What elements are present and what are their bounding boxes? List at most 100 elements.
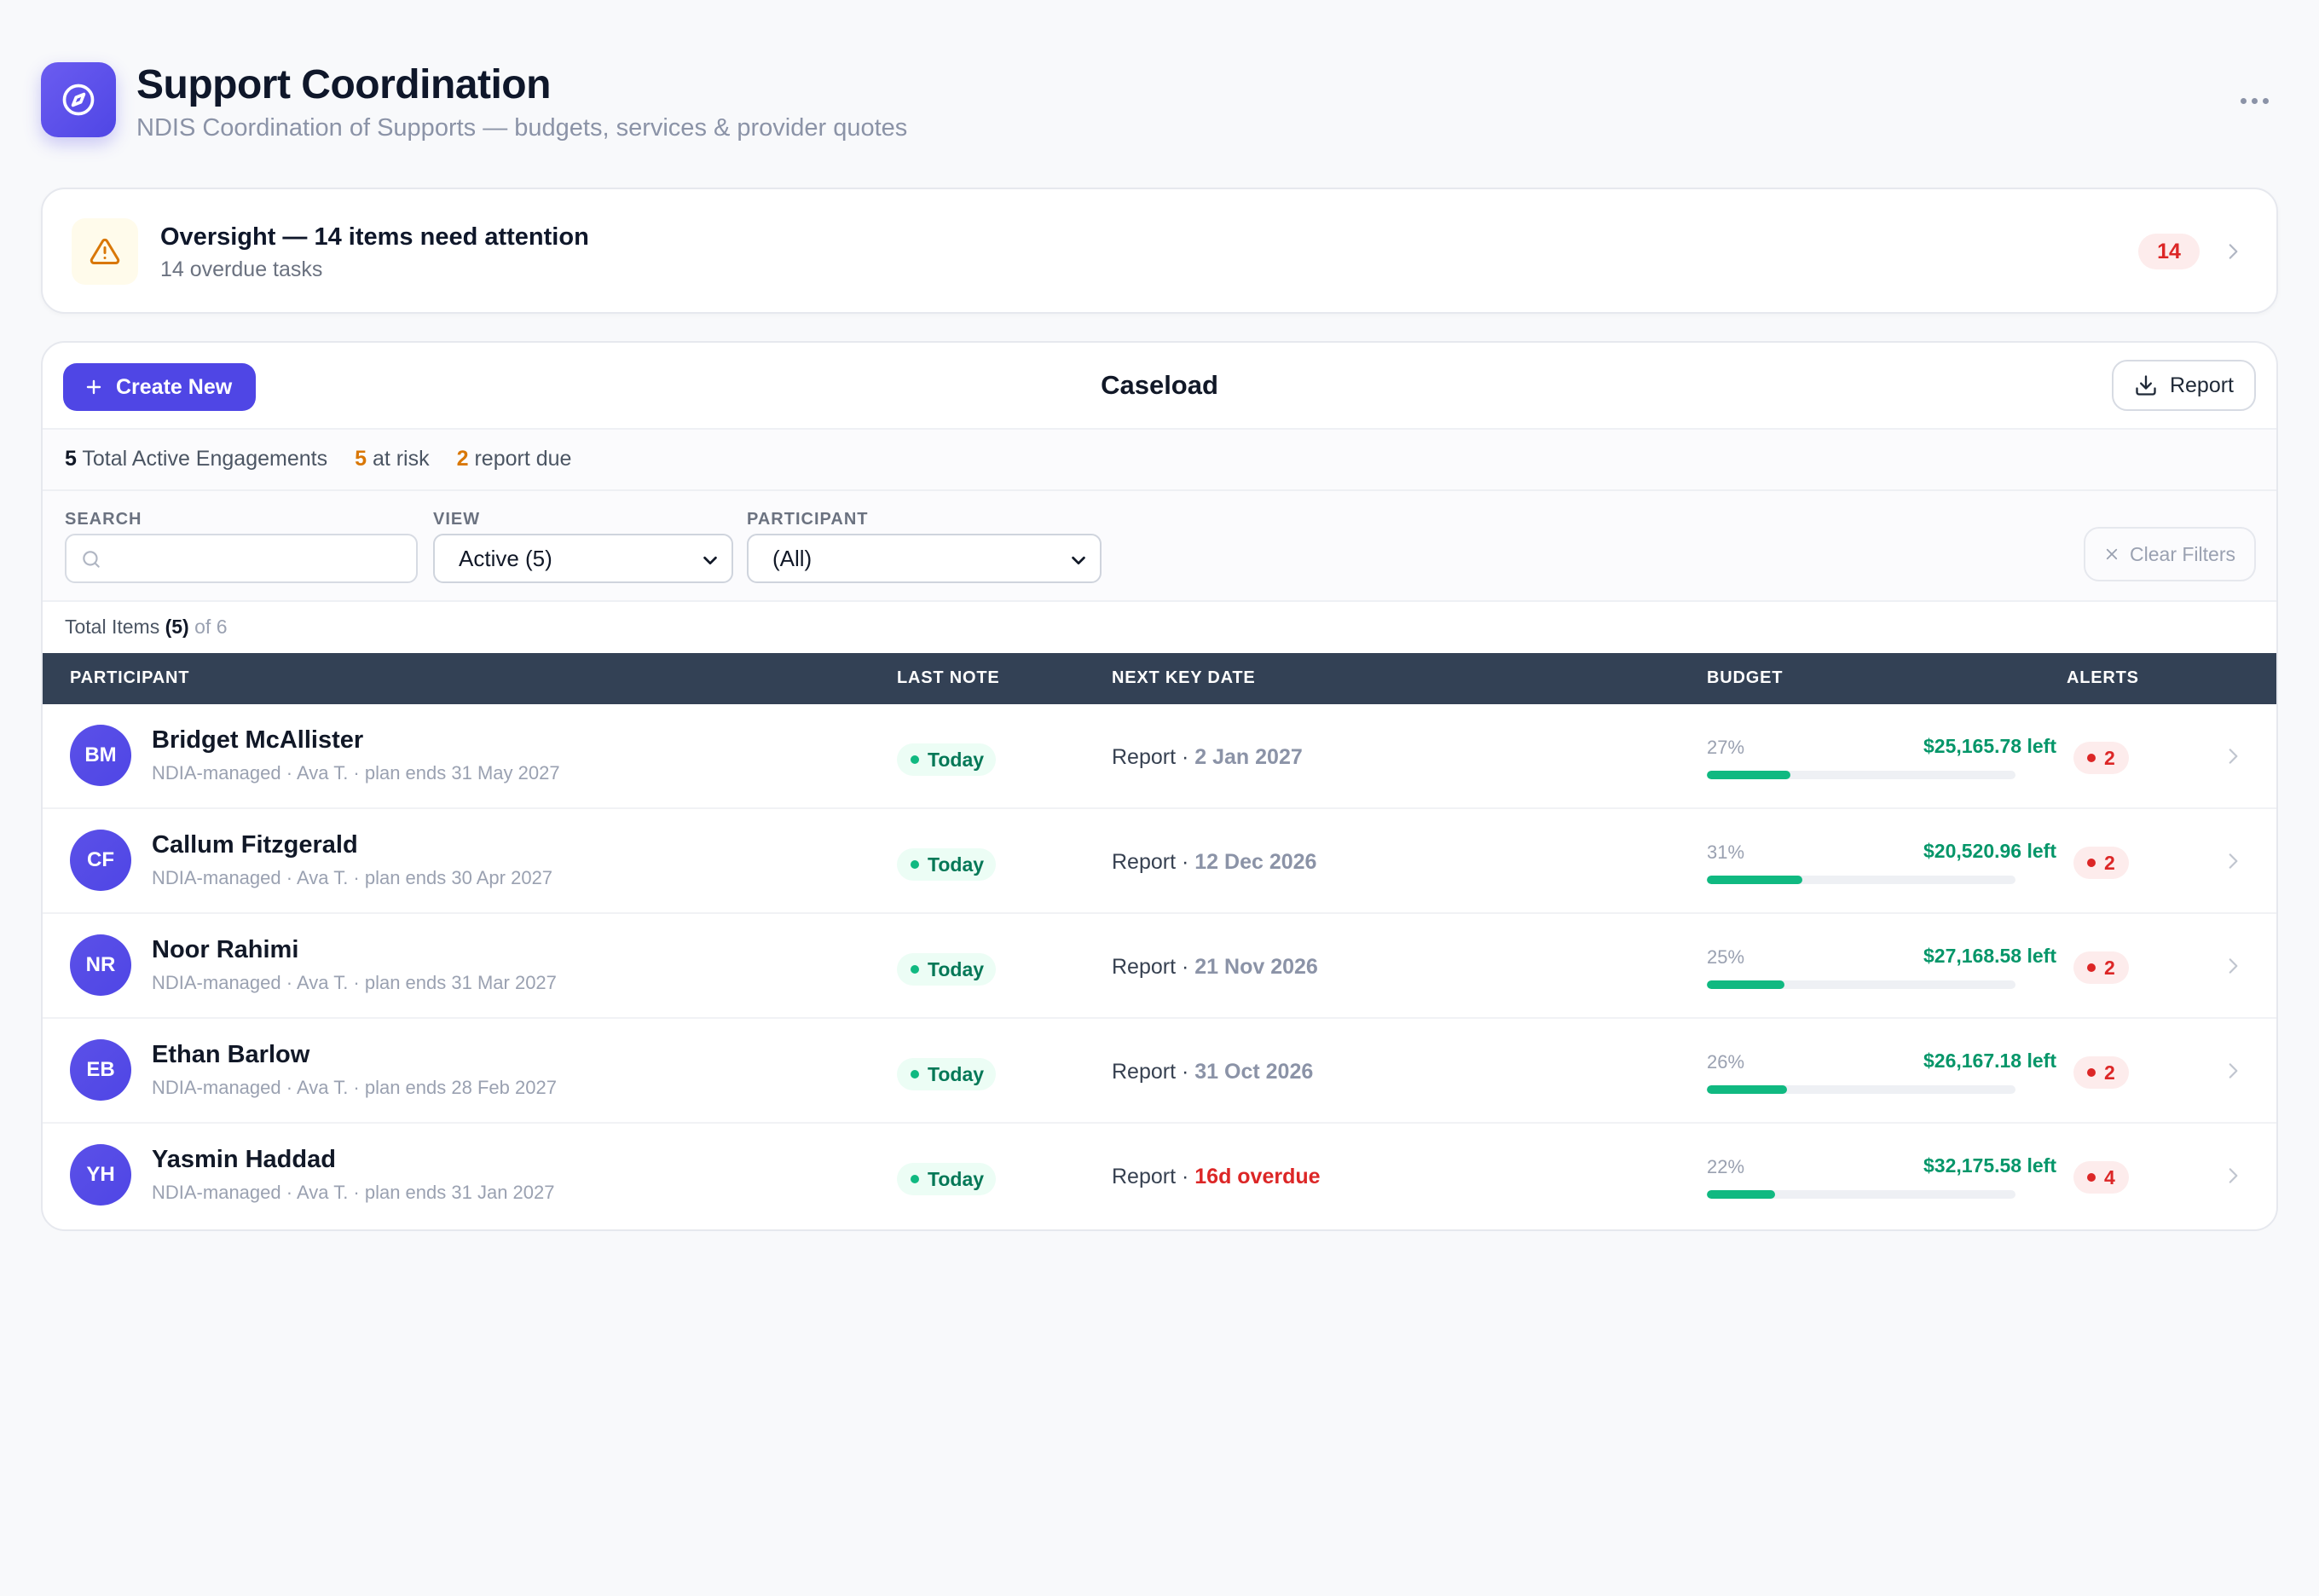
chevron-down-icon [703,556,717,565]
page: Support Coordination NDIS Coordination o… [0,0,2319,1596]
participant-details: NDIA-managed · Ava T. · plan ends 31 Jan… [152,1182,555,1203]
budget-remaining: $26,167.18 left [1923,1050,2056,1072]
participant-name: Yasmin Haddad [152,1146,336,1173]
more-horizontal-icon[interactable] [2230,85,2278,116]
last-note-badge: Today [897,1058,997,1090]
search-input[interactable] [109,542,399,575]
alert-dot-icon [2087,1068,2096,1077]
participant-details: NDIA-managed · Ava T. · plan ends 28 Feb… [152,1077,557,1098]
chevron-down-icon [1072,556,1085,565]
caseload-stats: 5 Total Active Engagements 5 at risk 2 r… [43,430,2276,491]
participant-details: NDIA-managed · Ava T. · plan ends 30 Apr… [152,867,553,888]
participant-name: Ethan Barlow [152,1041,310,1068]
table-row[interactable]: BM Bridget McAllister NDIA-managed · Ava… [43,704,2276,809]
chevron-right-icon[interactable] [2220,239,2246,264]
search-icon [83,551,100,568]
table-row[interactable]: NR Noor Rahimi NDIA-managed · Ava T. · p… [43,914,2276,1019]
participant-select[interactable]: (All) [747,534,1102,583]
next-key-date: Report · 21 Nov 2026 [1112,955,1318,979]
search-field[interactable] [65,534,418,583]
caseload-toolbar: Create New Caseload Report [43,343,2276,430]
budget-remaining: $20,520.96 left [1923,840,2056,862]
budget-percent: 25% [1707,946,1745,968]
table-row[interactable]: YH Yasmin Haddad NDIA-managed · Ava T. ·… [43,1124,2276,1229]
alert-dot-icon [2087,859,2096,867]
last-note-badge: Today [897,953,997,986]
chevron-right-icon[interactable] [2222,745,2244,767]
stat-at-risk: 5 at risk [355,447,430,471]
compass-icon [41,62,116,137]
close-icon [2106,548,2118,560]
avatar: BM [70,725,131,786]
budget-percent: 31% [1707,841,1745,863]
budget-progress-fill [1707,980,1784,989]
column-last-note: LAST NOTE [897,668,1000,687]
warning-triangle-icon [72,218,138,285]
budget-progress-bar [1707,771,2015,779]
table-row[interactable]: CF Callum Fitzgerald NDIA-managed · Ava … [43,809,2276,914]
budget-progress-bar [1707,1085,2015,1094]
chevron-right-icon[interactable] [2222,1165,2244,1187]
chevron-right-icon[interactable] [2222,955,2244,977]
budget-progress-fill [1707,1190,1775,1199]
next-key-date: Report · 12 Dec 2026 [1112,850,1317,874]
next-key-date: Report · 16d overdue [1112,1165,1321,1188]
chevron-right-icon[interactable] [2222,850,2244,872]
budget-progress-fill [1707,876,1803,884]
budget-remaining: $25,165.78 left [1923,735,2056,757]
avatar: YH [70,1144,131,1206]
participant-select-value: (All) [772,545,813,571]
page-header: Support Coordination NDIS Coordination o… [41,61,2278,147]
avatar: NR [70,934,131,996]
page-title: Support Coordination [136,62,551,107]
last-note-badge: Today [897,1163,997,1195]
view-label: VIEW [433,510,481,529]
stat-active: 5 Total Active Engagements [65,447,328,471]
stat-report-due: 2 report due [456,447,572,471]
participant-details: NDIA-managed · Ava T. · plan ends 31 Mar… [152,972,557,993]
table-header: PARTICIPANT LAST NOTE NEXT KEY DATE BUDG… [43,653,2276,704]
budget-progress-bar [1707,876,2015,884]
oversight-title: Oversight — 14 items need attention [160,223,589,251]
participant-details: NDIA-managed · Ava T. · plan ends 31 May… [152,762,560,784]
report-button[interactable]: Report [2111,360,2256,411]
download-icon [2136,375,2156,396]
participant-label: PARTICIPANT [747,510,869,529]
status-dot-icon [911,1175,919,1183]
total-items: Total Items (5) of 6 [65,616,228,638]
oversight-card[interactable]: Oversight — 14 items need attention 14 o… [41,188,2278,314]
avatar: CF [70,830,131,891]
budget-percent: 26% [1707,1051,1745,1073]
search-label: SEARCH [65,510,142,529]
alerts-badge: 4 [2073,1161,2129,1194]
table-row[interactable]: EB Ethan Barlow NDIA-managed · Ava T. · … [43,1019,2276,1124]
column-alerts: ALERTS [2067,668,2139,687]
filter-bar: SEARCH VIEW Active (5) PARTICIPANT (All)… [43,491,2276,602]
chevron-right-icon[interactable] [2222,1060,2244,1082]
last-note-badge: Today [897,848,997,881]
oversight-count-badge: 14 [2138,234,2200,269]
caseload-title: Caseload [1101,370,1218,400]
status-dot-icon [911,755,919,764]
participant-name: Bridget McAllister [152,726,364,754]
clear-filters-button[interactable]: Clear Filters [2084,527,2256,581]
alerts-badge: 2 [2073,1056,2129,1089]
participant-name: Callum Fitzgerald [152,831,358,859]
budget-progress-bar [1707,980,2015,989]
status-dot-icon [911,1070,919,1078]
next-key-date: Report · 2 Jan 2027 [1112,745,1303,769]
table-body: BM Bridget McAllister NDIA-managed · Ava… [43,704,2276,1229]
participant-name: Noor Rahimi [152,936,299,963]
budget-progress-fill [1707,1085,1788,1094]
budget-percent: 22% [1707,1156,1745,1177]
last-note-badge: Today [897,743,997,776]
caseload-card: Create New Caseload Report 5 Total Activ… [41,341,2278,1231]
budget-progress-fill [1707,771,1790,779]
alerts-badge: 2 [2073,742,2129,774]
clear-filters-label: Clear Filters [2130,542,2235,565]
status-dot-icon [911,860,919,869]
avatar: EB [70,1039,131,1101]
alert-dot-icon [2087,963,2096,972]
page-subtitle: NDIS Coordination of Supports — budgets,… [136,114,908,142]
view-select[interactable]: Active (5) [433,534,733,583]
